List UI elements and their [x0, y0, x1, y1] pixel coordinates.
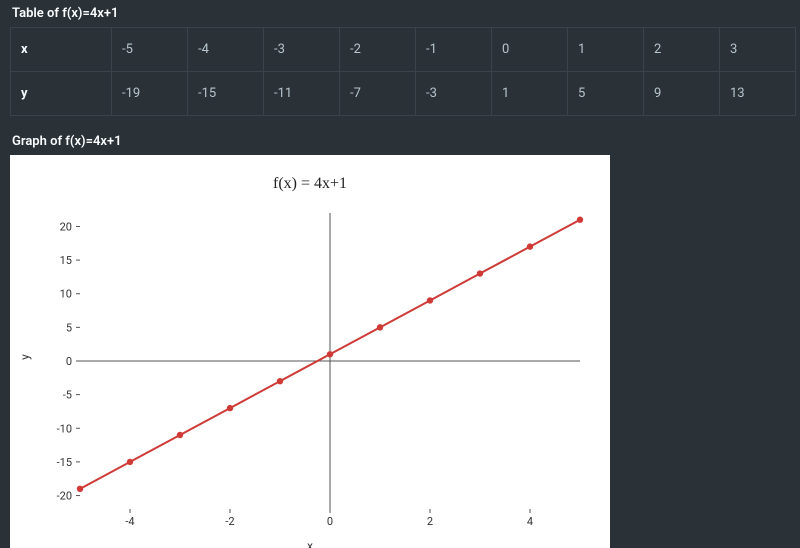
table-cell: -19 — [112, 72, 188, 116]
table-cell: -3 — [264, 28, 340, 72]
table-cell: -1 — [416, 28, 492, 72]
table-cell: -4 — [188, 28, 264, 72]
table-row: x -5 -4 -3 -2 -1 0 1 2 3 — [11, 28, 796, 72]
table-cell: 9 — [644, 72, 720, 116]
svg-text:4: 4 — [527, 515, 533, 528]
y-axis-label: y — [18, 354, 32, 360]
svg-text:2: 2 — [427, 515, 433, 528]
chart-canvas: f(x) = 4x+1 y x -20-15-10-505101520-4-20… — [10, 155, 610, 548]
svg-text:-4: -4 — [125, 515, 134, 528]
chart-section: Graph of f(x)=4x+1 f(x) = 4x+1 y x -20-1… — [10, 134, 796, 548]
row-y-label: y — [11, 72, 112, 116]
table-cell: -5 — [112, 28, 188, 72]
table-cell: 13 — [720, 72, 796, 116]
page-root: Table of f(x)=4x+1 x -5 -4 -3 -2 -1 0 1 … — [0, 0, 800, 548]
table-title: Table of f(x)=4x+1 — [12, 6, 796, 21]
svg-text:-2: -2 — [225, 515, 234, 528]
graph-title: Graph of f(x)=4x+1 — [12, 134, 796, 149]
svg-text:10: 10 — [60, 288, 72, 301]
table-cell: 1 — [492, 72, 568, 116]
svg-text:20: 20 — [60, 220, 72, 233]
table-cell: -11 — [264, 72, 340, 116]
table-cell: 1 — [568, 28, 644, 72]
svg-text:5: 5 — [66, 321, 72, 334]
table-cell: -3 — [416, 72, 492, 116]
table-cell: 0 — [492, 28, 568, 72]
table-cell: 2 — [644, 28, 720, 72]
table-row: y -19 -15 -11 -7 -3 1 5 9 13 — [11, 72, 796, 116]
table-cell: -2 — [340, 28, 416, 72]
table-cell: 5 — [568, 72, 644, 116]
table-cell: -15 — [188, 72, 264, 116]
svg-text:15: 15 — [60, 254, 72, 267]
svg-text:0: 0 — [66, 355, 72, 368]
row-x-label: x — [11, 28, 112, 72]
svg-text:-20: -20 — [57, 490, 72, 503]
svg-text:-5: -5 — [63, 389, 72, 402]
svg-text:0: 0 — [327, 515, 333, 528]
svg-text:-10: -10 — [57, 422, 72, 435]
table-cell: 3 — [720, 28, 796, 72]
function-table: x -5 -4 -3 -2 -1 0 1 2 3 y -19 -15 -11 -… — [10, 27, 796, 116]
svg-text:-15: -15 — [57, 456, 72, 469]
x-axis-label: x — [10, 539, 610, 548]
table-cell: -7 — [340, 72, 416, 116]
chart-title: f(x) = 4x+1 — [10, 175, 610, 193]
plot-svg: -20-15-10-505101520-4-2024 — [80, 213, 580, 509]
